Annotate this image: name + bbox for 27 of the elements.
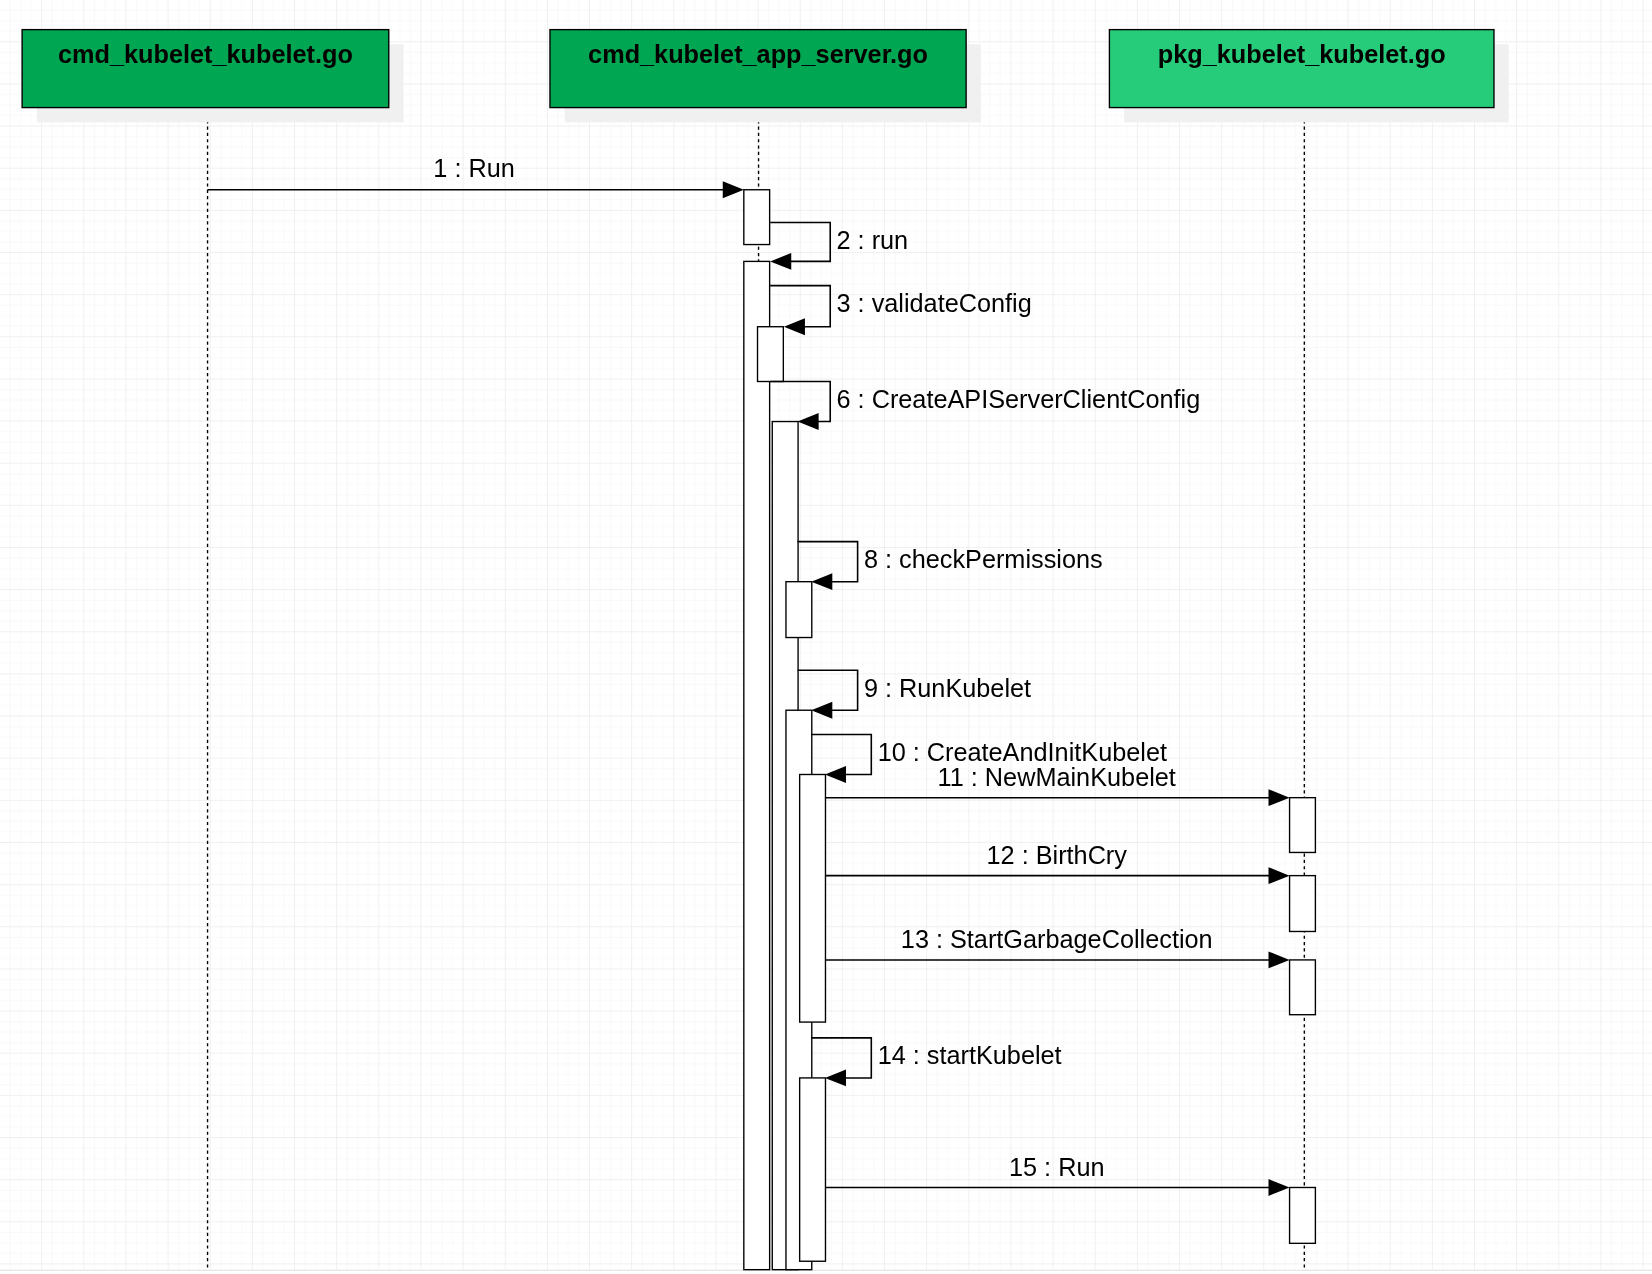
message-label: 12 : BirthCry <box>986 841 1127 870</box>
message-label: 2 : run <box>836 225 909 254</box>
message-label: 1 : Run <box>433 154 515 183</box>
message-label: 9 : RunKubelet <box>863 673 1032 702</box>
activation-bar <box>1288 797 1317 854</box>
activation-bar <box>743 189 771 246</box>
message-label: 14 : startKubelet <box>877 1041 1062 1070</box>
message-label: 13 : StartGarbageCollection <box>900 925 1213 954</box>
participant-name: cmd_kubelet_app_server.go <box>588 40 928 69</box>
self-message-arrow <box>769 380 831 430</box>
activation-bar <box>1288 874 1317 933</box>
message-label: 15 : Run <box>1008 1152 1105 1181</box>
self-message-arrow <box>796 669 859 719</box>
message-label: 11 : NewMainKubelet <box>937 763 1176 792</box>
message-label: 3 : validateConfig <box>836 288 1032 317</box>
self-message-arrow <box>769 284 831 336</box>
message-label: 6 : CreateAPIServerClientConfig <box>836 384 1201 413</box>
self-message-arrow <box>796 540 859 591</box>
participant-name: cmd_kubelet_kubelet.go <box>58 40 353 69</box>
self-message-arrow <box>769 221 831 270</box>
participant-name: pkg_kubelet_kubelet.go <box>1157 40 1446 69</box>
activation-bar <box>1288 1186 1317 1244</box>
activation-bar <box>1288 959 1317 1016</box>
self-message-arrow <box>810 1037 873 1087</box>
message-label: 8 : checkPermissions <box>863 545 1103 573</box>
self-message-arrow <box>810 733 873 783</box>
message-label: 10 : CreateAndInitKubelet <box>877 737 1167 766</box>
